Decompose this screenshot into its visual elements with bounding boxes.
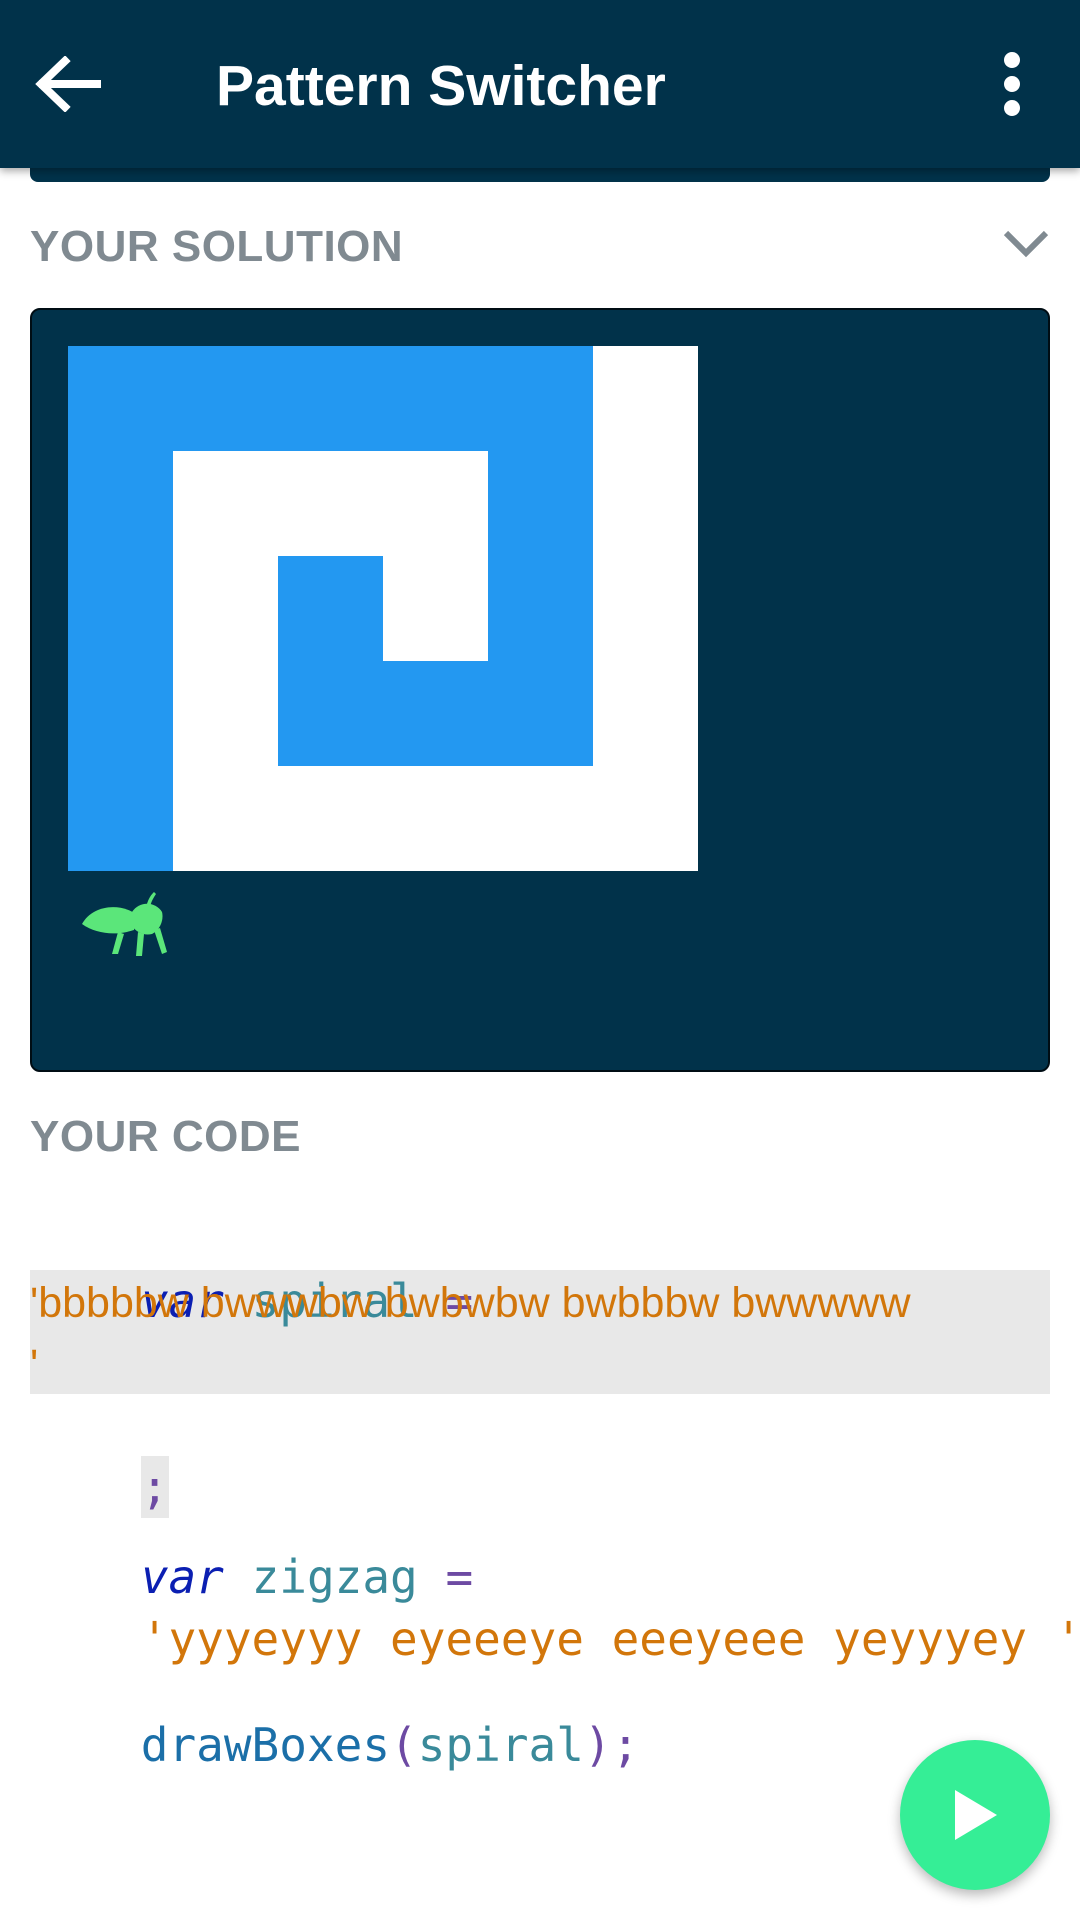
grid-cell xyxy=(278,661,383,766)
grid-cell xyxy=(383,766,488,871)
grid-cell xyxy=(173,661,278,766)
grid-cell xyxy=(488,346,593,451)
spiral-string: 'bbbbbw bwwwbw bwbwbw bwbbbw bwwwww xyxy=(30,1279,911,1327)
grid-cell xyxy=(593,766,698,871)
code-line-4: ; xyxy=(30,1394,1050,1518)
page-title: Pattern Switcher xyxy=(216,54,666,118)
grid-cell xyxy=(68,346,173,451)
back-button[interactable] xyxy=(28,44,108,124)
collapse-solution-button[interactable] xyxy=(998,222,1054,266)
code-editor[interactable]: var spiral = 'bbbbbw bwwwbw bwbwbw bwbbb… xyxy=(30,1208,1080,1772)
arrow-left-icon xyxy=(35,56,101,112)
code-section-title: YOUR CODE xyxy=(30,1112,301,1161)
run-button[interactable] xyxy=(900,1740,1050,1890)
grid-cell xyxy=(173,451,278,556)
grid-cell xyxy=(593,661,698,766)
grid-cell xyxy=(488,661,593,766)
grid-cell xyxy=(278,451,383,556)
chevron-down-icon xyxy=(1003,230,1049,258)
grid-cell xyxy=(488,556,593,661)
overflow-menu-button[interactable] xyxy=(990,44,1034,124)
solution-canvas xyxy=(30,308,1050,1072)
code-highlight-block: 'bbbbbw bwwwbw bwbwbw bwbbbw bwwwww ' xyxy=(30,1270,1050,1394)
grid-cell xyxy=(68,766,173,871)
play-icon xyxy=(955,1790,997,1840)
grid-cell xyxy=(278,766,383,871)
code-line-1: var spiral = xyxy=(30,1208,517,1332)
grid-cell xyxy=(593,451,698,556)
solution-section-title: YOUR SOLUTION xyxy=(30,222,404,271)
grid-cell xyxy=(593,556,698,661)
grid-cell xyxy=(173,556,278,661)
grid-cell xyxy=(593,346,698,451)
grid-cell xyxy=(383,346,488,451)
grid-cell xyxy=(173,346,278,451)
spiral-string-end: ' xyxy=(30,1341,39,1389)
grasshopper-icon xyxy=(82,892,167,956)
box-grid xyxy=(68,346,698,871)
grid-cell xyxy=(383,556,488,661)
grid-cell xyxy=(68,661,173,766)
grid-cell xyxy=(488,451,593,556)
grid-cell xyxy=(383,451,488,556)
grid-cell xyxy=(68,451,173,556)
more-vert-icon xyxy=(1004,52,1020,116)
grid-cell xyxy=(383,661,488,766)
grid-cell xyxy=(68,556,173,661)
grid-cell xyxy=(488,766,593,871)
app-bar: Pattern Switcher xyxy=(0,0,1080,168)
grid-cell xyxy=(278,346,383,451)
grid-cell xyxy=(278,556,383,661)
grid-cell xyxy=(173,766,278,871)
code-line-5: var zigzag = xyxy=(140,1550,474,1604)
